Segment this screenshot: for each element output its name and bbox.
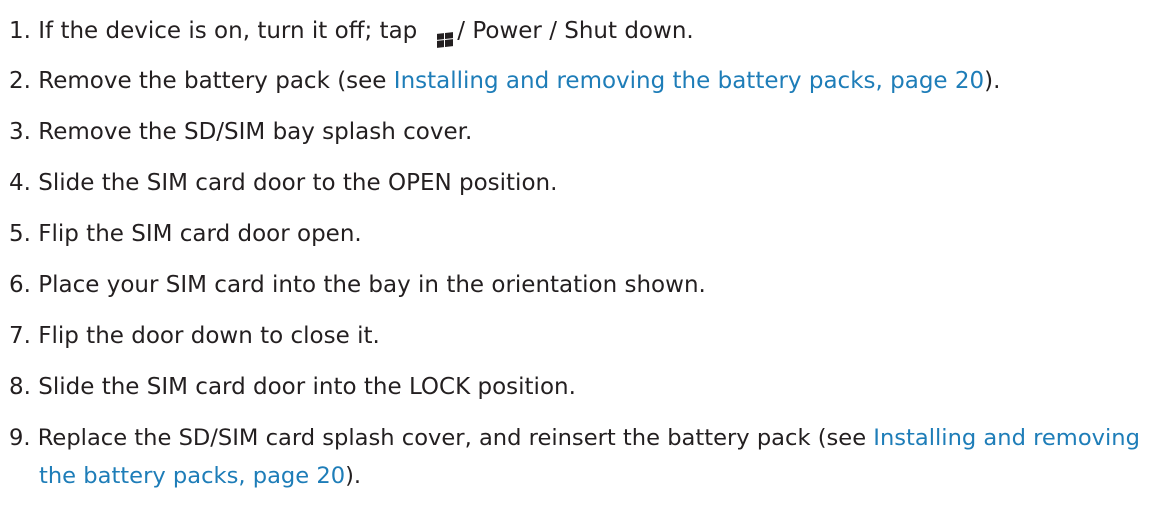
step-text: ). (345, 463, 362, 489)
step-number: 6. (9, 272, 31, 298)
step-text: Remove the SD/SIM bay splash cover. (38, 119, 473, 145)
step-text: Flip the door down to close it. (38, 323, 380, 349)
step-number: 9. (9, 425, 31, 451)
step-2: 2. Remove the battery pack (see Installi… (9, 62, 1154, 100)
step-3: 3. Remove the SD/SIM bay splash cover. (9, 113, 1154, 151)
step-text: Place your SIM card into the bay in the … (38, 272, 706, 298)
step-6: 6. Place your SIM card into the bay in t… (9, 266, 1154, 304)
step-number: 2. (9, 68, 31, 94)
step-text: Slide the SIM card door to the OPEN posi… (38, 170, 558, 196)
step-number: 3. (9, 119, 31, 145)
step-number: 1. (9, 18, 31, 44)
battery-packs-link[interactable]: Installing and removing the battery pack… (394, 68, 984, 94)
step-text: Replace the SD/SIM card splash cover, an… (37, 425, 874, 451)
step-9: 9. Replace the SD/SIM card splash cover,… (9, 419, 1154, 495)
step-5: 5. Flip the SIM card door open. (9, 215, 1154, 253)
step-1: 1. If the device is on, turn it off; tap… (9, 12, 1154, 50)
step-number: 5. (9, 221, 31, 247)
step-number: 7. (9, 323, 31, 349)
step-text: ). (984, 68, 1001, 94)
step-4: 4. Slide the SIM card door to the OPEN p… (9, 164, 1154, 202)
step-text: Flip the SIM card door open. (38, 221, 362, 247)
step-text: Slide the SIM card door into the LOCK po… (38, 374, 576, 400)
step-8: 8. Slide the SIM card door into the LOCK… (9, 368, 1154, 406)
step-number: 8. (9, 374, 31, 400)
step-text: Remove the battery pack (see (38, 68, 394, 94)
step-text: If the device is on, turn it off; tap (38, 18, 418, 44)
step-number: 4. (9, 170, 31, 196)
windows-start-icon (437, 32, 454, 48)
step-7: 7. Flip the door down to close it. (9, 317, 1154, 355)
step-text: / Power / Shut down. (457, 18, 694, 44)
